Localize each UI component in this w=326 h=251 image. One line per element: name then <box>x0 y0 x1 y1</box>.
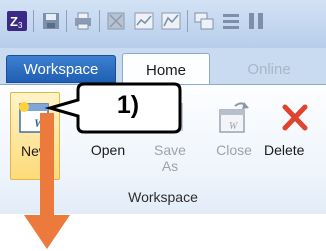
separator <box>99 10 100 32</box>
ribbon-tabs: Workspace Home Online <box>0 48 326 86</box>
close-workspace-icon: W <box>219 102 249 133</box>
svg-text:Z: Z <box>10 14 18 29</box>
delete-button[interactable]: Delete <box>262 92 326 180</box>
delete-x-icon <box>282 104 308 131</box>
save-icon[interactable] <box>40 10 62 32</box>
chart-icon[interactable] <box>133 10 155 32</box>
columns-icon[interactable] <box>246 10 268 32</box>
close-button-label: Close <box>216 142 252 158</box>
app-logo-icon[interactable]: Z3 <box>6 10 28 32</box>
window-icon[interactable] <box>193 10 215 32</box>
svg-text:3: 3 <box>18 21 23 30</box>
save-as-button-label: Save As <box>154 142 186 174</box>
chart-icon[interactable] <box>160 10 182 32</box>
print-icon[interactable] <box>72 10 94 32</box>
disabled-icon[interactable] <box>105 10 127 32</box>
callout-label: 1) <box>116 91 140 119</box>
separator <box>187 10 188 32</box>
separator <box>66 10 67 32</box>
tab-workspace[interactable]: Workspace <box>6 55 116 83</box>
close-button[interactable]: W Close <box>209 92 259 180</box>
open-button-label: Open <box>90 142 126 158</box>
delete-button-label: Delete <box>264 142 305 158</box>
tab-home[interactable]: Home <box>122 53 210 86</box>
title-bar: Z3 <box>0 0 326 48</box>
list-icon[interactable] <box>220 10 242 32</box>
down-arrow-icon <box>24 113 70 249</box>
separator <box>33 10 34 32</box>
tab-online[interactable]: Online <box>224 55 314 83</box>
